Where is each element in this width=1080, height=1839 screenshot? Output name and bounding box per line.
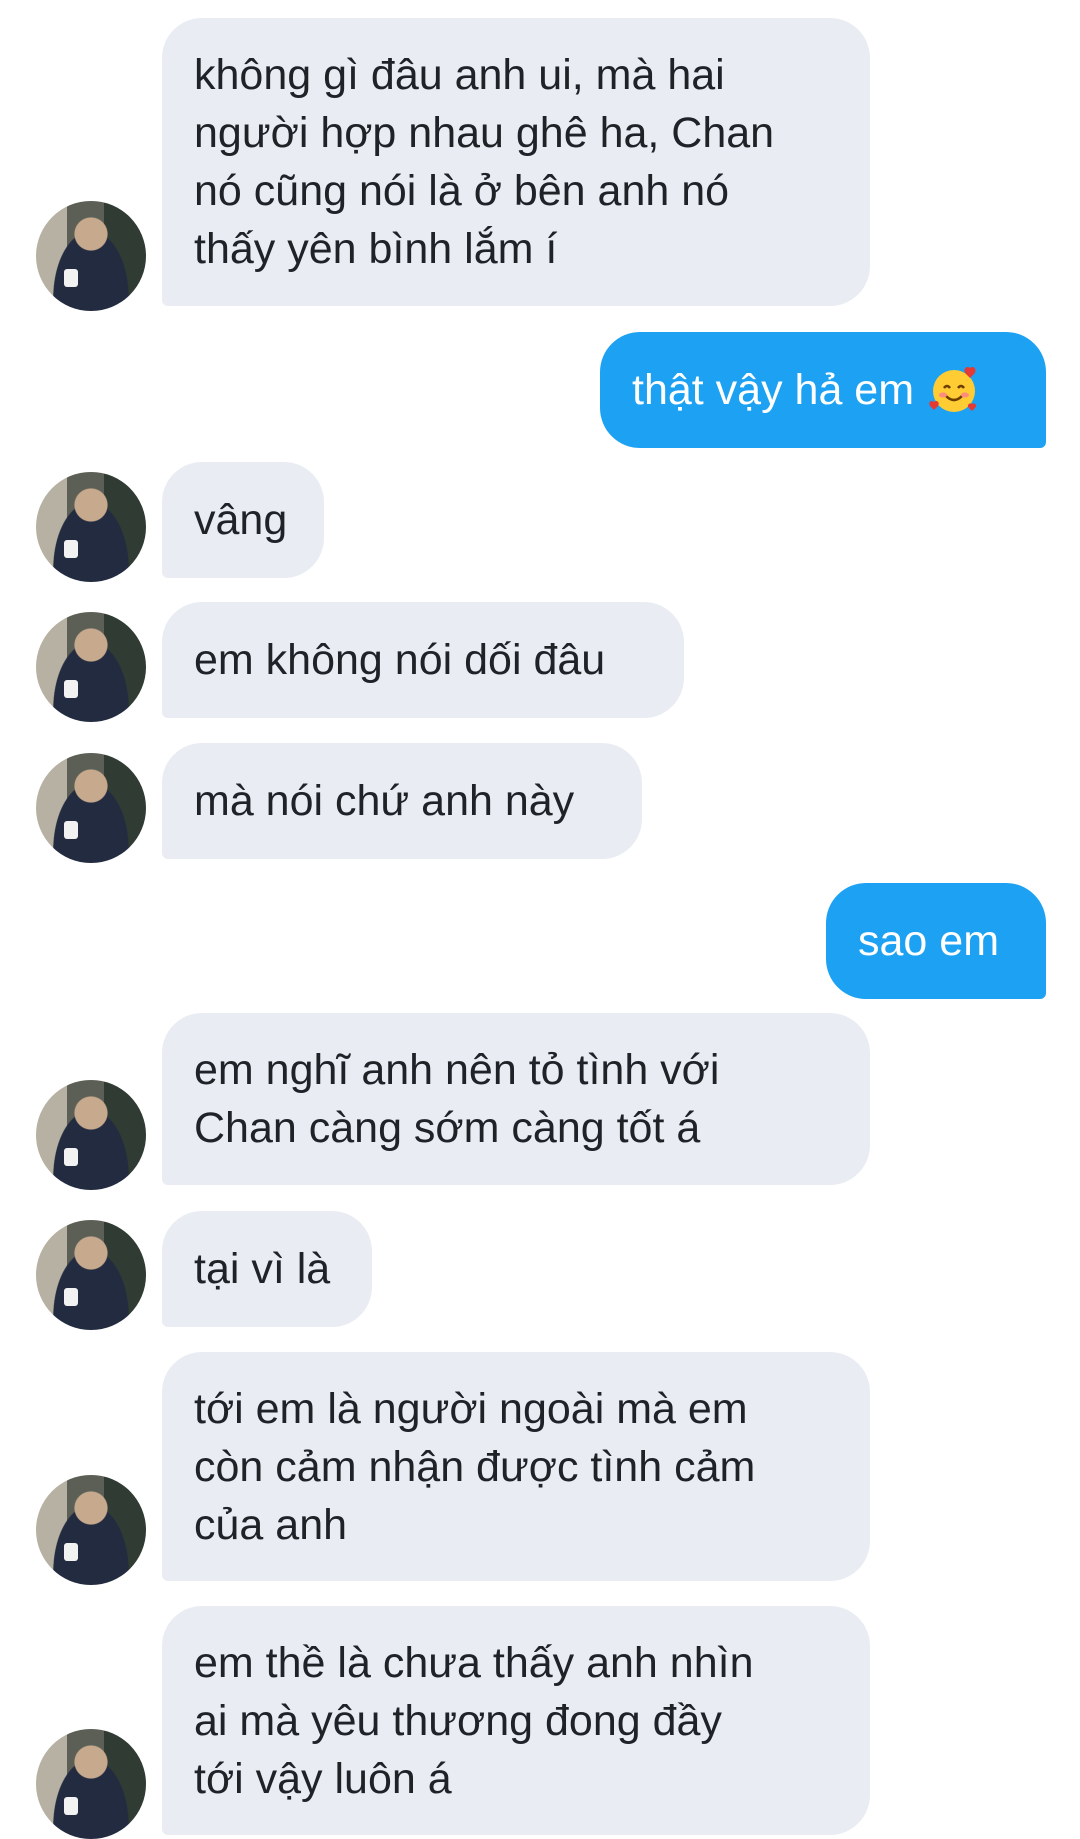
contact-avatar[interactable] — [36, 201, 146, 311]
chat-thread[interactable]: không gì đâu anh ui, mà hai người hợp nh… — [0, 0, 1080, 1839]
message-text: tại vì là — [194, 1245, 331, 1293]
message-text: em không nói dối đâu — [194, 636, 606, 684]
outgoing-message[interactable]: thật vậy hả em — [600, 332, 1046, 448]
incoming-message[interactable]: em không nói dối đâu — [162, 602, 684, 718]
incoming-message[interactable]: tới em là người ngoài mà em còn cảm nhận… — [162, 1352, 870, 1581]
message-text: không gì đâu anh ui, mà hai người hợp nh… — [194, 51, 775, 273]
contact-avatar[interactable] — [36, 612, 146, 722]
message-text: mà nói chứ anh này — [194, 777, 575, 825]
contact-avatar[interactable] — [36, 753, 146, 863]
outgoing-message[interactable]: sao em — [826, 883, 1046, 999]
contact-avatar[interactable] — [36, 1220, 146, 1330]
contact-avatar[interactable] — [36, 1729, 146, 1839]
contact-avatar[interactable] — [36, 1475, 146, 1585]
message-text: em nghĩ anh nên tỏ tình với Chan càng sớ… — [194, 1046, 720, 1152]
incoming-message[interactable]: em thề là chưa thấy anh nhìn ai mà yêu t… — [162, 1606, 870, 1835]
smiling-face-with-hearts-icon — [929, 366, 977, 412]
incoming-message[interactable]: mà nói chứ anh này — [162, 743, 642, 859]
message-text: vâng — [194, 496, 288, 544]
message-text: tới em là người ngoài mà em còn cảm nhận… — [194, 1384, 756, 1549]
incoming-message[interactable]: vâng — [162, 462, 324, 578]
message-text: em thề là chưa thấy anh nhìn ai mà yêu t… — [194, 1638, 754, 1803]
message-text: thật vậy hả em — [632, 366, 915, 414]
incoming-message[interactable]: em nghĩ anh nên tỏ tình với Chan càng sớ… — [162, 1013, 870, 1185]
contact-avatar[interactable] — [36, 1080, 146, 1190]
contact-avatar[interactable] — [36, 472, 146, 582]
incoming-message[interactable]: tại vì là — [162, 1211, 372, 1327]
message-text: sao em — [858, 917, 1000, 965]
incoming-message[interactable]: không gì đâu anh ui, mà hai người hợp nh… — [162, 18, 870, 306]
